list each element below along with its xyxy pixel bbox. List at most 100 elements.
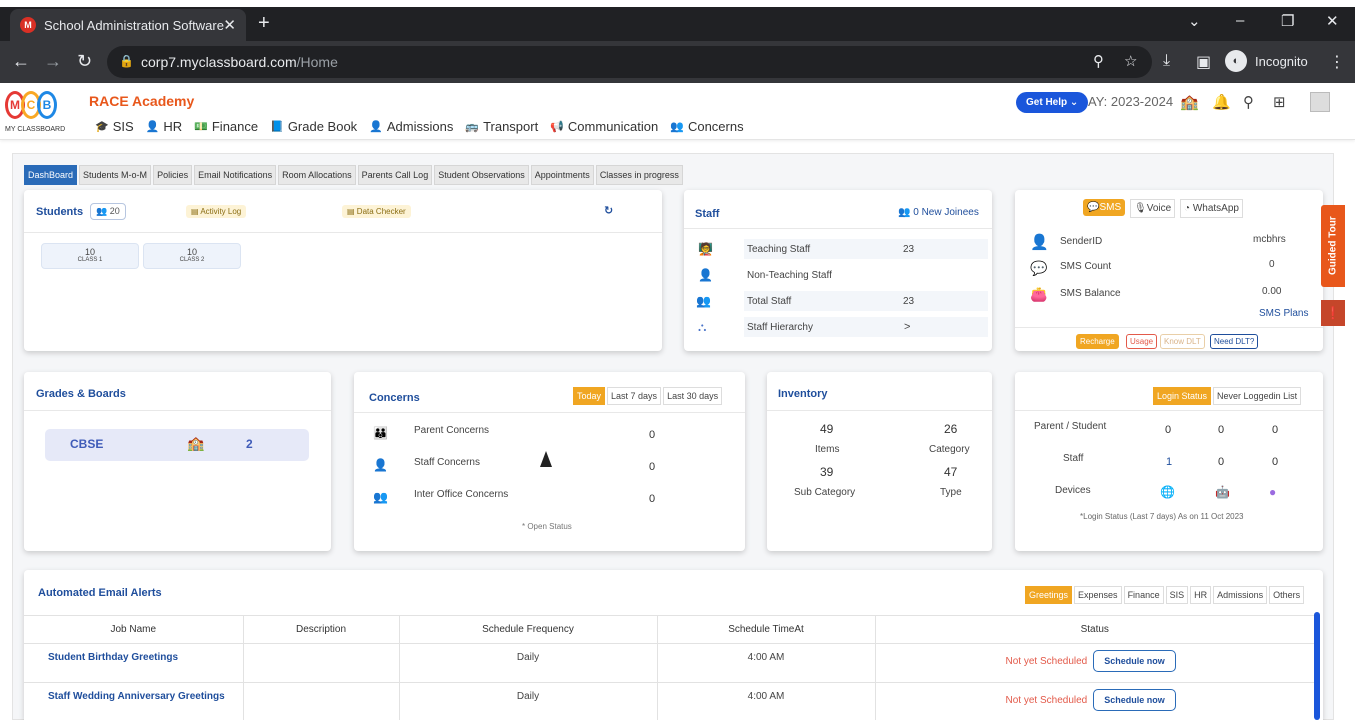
nav-sis[interactable]: 🎓 SIS: [95, 119, 134, 134]
chevron-right-icon[interactable]: >: [904, 321, 910, 333]
chevron-down-icon[interactable]: ⌄: [1188, 12, 1201, 30]
academic-year[interactable]: AY: 2023-2024: [1088, 94, 1173, 109]
nav-admissions[interactable]: 👤 Admissions: [369, 119, 453, 134]
divider: [24, 232, 662, 233]
filter-expenses[interactable]: Expenses: [1074, 586, 1122, 604]
menu-kebab-icon[interactable]: ⋮: [1329, 52, 1345, 72]
subtab-classes-in-progress[interactable]: Classes in progress: [595, 165, 683, 185]
range-today[interactable]: Today: [573, 387, 606, 405]
nav-finance[interactable]: 💵 Finance: [194, 119, 258, 134]
forward-icon[interactable]: →: [44, 51, 62, 71]
concern-row-label[interactable]: Inter Office Concerns: [414, 489, 508, 500]
channel-label: SMS: [1099, 202, 1122, 213]
school-building-icon[interactable]: 🏫: [1180, 93, 1199, 111]
subtab-policies[interactable]: Policies: [153, 165, 193, 185]
never-loggedin-tab[interactable]: Never Loggedin List: [1213, 387, 1302, 405]
get-help-button[interactable]: Get Help ⌄: [1016, 92, 1089, 113]
need-dlt-button[interactable]: Need DLT?: [1210, 334, 1259, 349]
incognito-indicator[interactable]: ◐ Incognito: [1225, 50, 1308, 72]
staff-row-value: 23: [903, 296, 915, 307]
nav-grade-book[interactable]: 📘 Grade Book: [270, 119, 357, 134]
schedule-now-button[interactable]: Schedule now: [1093, 650, 1176, 672]
subtab-dashboard[interactable]: DashBoard: [24, 165, 78, 185]
person-icon: 👤: [1030, 234, 1049, 251]
filter-sis[interactable]: SIS: [1165, 586, 1189, 604]
know-dlt-button[interactable]: Know DLT: [1160, 334, 1205, 349]
recharge-button[interactable]: Recharge: [1076, 334, 1119, 349]
class-pill[interactable]: 10 CLASS 1: [41, 243, 139, 269]
job-name[interactable]: Student Birthday Greetings: [24, 643, 244, 683]
download-icon[interactable]: ⤓: [1163, 52, 1170, 70]
guided-tour-button[interactable]: Guided Tour: [1321, 205, 1345, 287]
activity-log-button[interactable]: ▤ Activity Log: [186, 205, 247, 218]
nav-communication[interactable]: 📢 Communication: [550, 119, 658, 134]
login-value[interactable]: 1: [1166, 456, 1172, 468]
subtab-parents-call-log[interactable]: Parents Call Log: [357, 165, 433, 185]
range-last-30-days[interactable]: Last 30 days: [663, 387, 723, 405]
sms-plans-link[interactable]: SMS Plans: [1259, 308, 1308, 319]
apps-grid-icon[interactable]: ⊞: [1273, 93, 1286, 111]
browser-tab[interactable]: M School Administration Software ✕: [10, 9, 246, 41]
staff-row-label: Staff Hierarchy: [747, 322, 813, 333]
nav-hr[interactable]: 👤 HR: [146, 119, 182, 134]
concern-row-label[interactable]: Parent Concerns: [414, 425, 489, 436]
app-logo[interactable]: M C B MY CLASSBOARD: [5, 88, 65, 136]
refresh-icon[interactable]: ↻: [604, 204, 613, 217]
nav-transport[interactable]: 🚌 Transport: [465, 119, 538, 134]
usage-button[interactable]: Usage: [1126, 334, 1158, 349]
students-count: 20: [109, 206, 120, 216]
students-card: Students 👥 20 ▤ Activity Log ▤ Data Chec…: [24, 190, 662, 351]
nav-concerns[interactable]: 👥 Concerns: [670, 119, 743, 134]
side-panel-icon[interactable]: ▣: [1196, 52, 1211, 72]
bell-icon[interactable]: 🔔: [1212, 93, 1231, 111]
filter-hr[interactable]: HR: [1190, 586, 1212, 604]
close-tab-icon[interactable]: ✕: [223, 16, 236, 34]
concern-row-value: 0: [649, 461, 656, 473]
whatsapp-channel-button[interactable]: ◔ WhatsApp: [1180, 199, 1243, 218]
login-status-tab[interactable]: Login Status: [1153, 387, 1212, 405]
subtab-room-allocations[interactable]: Room Allocations: [278, 165, 356, 185]
new-tab-icon[interactable]: +: [258, 13, 270, 33]
back-icon[interactable]: ←: [12, 51, 30, 71]
url-input[interactable]: 🔒 corp7.myclassboard.com/Home ⚲ ☆: [107, 46, 1152, 78]
subtab-students-mom[interactable]: Students M-o-M: [79, 165, 152, 185]
class-pill[interactable]: 10 CLASS 2: [143, 243, 241, 269]
column-header: Job Name: [24, 615, 244, 644]
feedback-icon[interactable]: ❗: [1321, 300, 1345, 326]
job-name[interactable]: Staff Wedding Anniversary Greetings: [24, 682, 244, 720]
android-icon: 🤖: [1215, 485, 1230, 499]
zoom-icon[interactable]: ⚲: [1093, 52, 1104, 70]
staff-row-label[interactable]: Non-Teaching Staff: [747, 270, 832, 281]
concern-row-label[interactable]: Staff Concerns: [414, 457, 480, 468]
schedule-now-button[interactable]: Schedule now: [1093, 689, 1176, 711]
minimize-icon[interactable]: –: [1236, 12, 1244, 29]
bookmark-star-icon[interactable]: ☆: [1124, 52, 1137, 70]
subtab-email-notifications[interactable]: Email Notifications: [194, 165, 277, 185]
new-joinees-link[interactable]: 👥 0 New Joinees: [898, 207, 979, 218]
sms-channel-button[interactable]: 💬SMS: [1083, 199, 1126, 216]
subtab-appointments[interactable]: Appointments: [530, 165, 594, 185]
concerns-range-toggle: Today Last 7 days Last 30 days: [573, 387, 723, 405]
nav-label: Grade Book: [287, 119, 358, 134]
filter-greetings[interactable]: Greetings: [1025, 586, 1073, 604]
job-description: [243, 643, 400, 683]
scrollbar[interactable]: [1314, 612, 1320, 720]
range-last-7-days[interactable]: Last 7 days: [607, 387, 662, 405]
staff-title: Staff: [695, 208, 720, 220]
voice-channel-button[interactable]: 🎙Voice: [1130, 199, 1176, 218]
students-count-badge[interactable]: 👥 20: [90, 203, 126, 220]
filter-finance[interactable]: Finance: [1123, 586, 1164, 604]
column-header: Schedule TimeAt: [657, 615, 876, 644]
inventory-category-value: 26: [944, 422, 958, 436]
restore-icon[interactable]: ❐: [1281, 12, 1294, 30]
filter-admissions[interactable]: Admissions: [1213, 586, 1268, 604]
avatar[interactable]: [1310, 92, 1330, 112]
inventory-type-label: Type: [940, 487, 962, 498]
subtab-student-observations[interactable]: Student Observations: [434, 165, 529, 185]
close-window-icon[interactable]: ✕: [1326, 12, 1339, 30]
graduation-cap-icon: 🎓: [95, 121, 109, 133]
reload-icon[interactable]: ↻: [77, 51, 92, 71]
search-icon[interactable]: ⚲: [1243, 93, 1254, 111]
data-checker-button[interactable]: ▤ Data Checker: [342, 205, 411, 218]
filter-others[interactable]: Others: [1269, 586, 1305, 604]
